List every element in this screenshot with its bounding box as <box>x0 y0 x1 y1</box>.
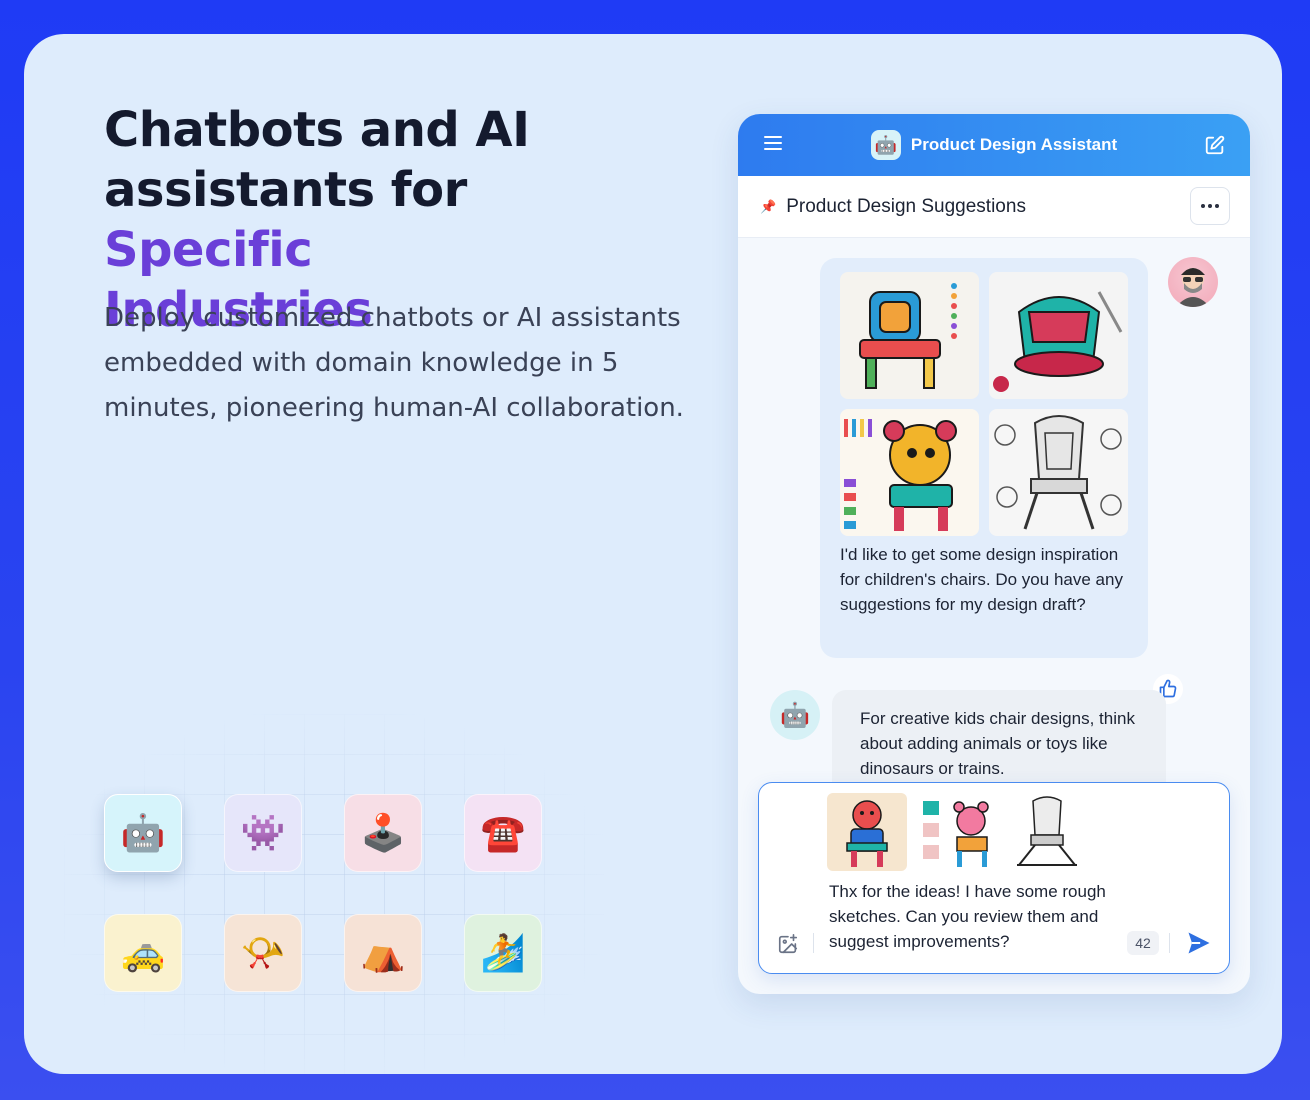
tile-taxi[interactable]: 🚕 <box>104 914 182 992</box>
send-icon[interactable] <box>1185 929 1213 957</box>
conversation-bar: 📌 Product Design Suggestions <box>738 176 1250 238</box>
tent-icon: ⛺ <box>360 933 406 974</box>
robot-icon: 🤖 <box>120 813 166 854</box>
tile-surfer[interactable]: 🏄 <box>464 914 542 992</box>
edit-icon[interactable] <box>1204 134 1226 156</box>
telephone-icon: ☎️ <box>480 813 526 854</box>
taxi-icon: 🚕 <box>120 933 166 974</box>
attachment-image-1[interactable] <box>827 793 907 871</box>
surfer-icon: 🏄 <box>480 933 526 974</box>
chair-image-4[interactable] <box>989 409 1128 536</box>
menu-icon[interactable] <box>764 136 782 154</box>
hero-card: Chatbots and AI assistants for Specific … <box>24 34 1282 1074</box>
more-options-button[interactable] <box>1190 187 1230 225</box>
tile-tent[interactable]: ⛺ <box>344 914 422 992</box>
tile-joystick[interactable]: 🕹️ <box>344 794 422 872</box>
divider <box>813 933 814 953</box>
chat-header: 🤖 Product Design Assistant <box>738 114 1250 176</box>
conversation-title: Product Design Suggestions <box>786 195 1026 217</box>
tile-robot[interactable]: 🤖 <box>104 794 182 872</box>
chair-image-3[interactable] <box>840 409 979 536</box>
bot-avatar-icon: 🤖 <box>770 690 820 740</box>
attachment-list <box>827 793 1087 871</box>
user-image-grid <box>840 272 1130 536</box>
page-subtitle: Deploy customized chatbots or AI assista… <box>104 303 684 423</box>
pin-icon[interactable]: 📌 <box>760 199 776 215</box>
title-line-1: Chatbots and AI <box>104 102 530 158</box>
joystick-icon: 🕹️ <box>360 813 406 854</box>
tile-megaphone[interactable]: 📯 <box>224 914 302 992</box>
chair-image-2[interactable] <box>989 272 1128 399</box>
chat-title: Product Design Assistant <box>910 135 1118 154</box>
user-avatar <box>1168 257 1218 307</box>
user-message: I'd like to get some design inspiration … <box>820 258 1148 658</box>
chair-image-1[interactable] <box>840 272 979 399</box>
attachment-image-2[interactable] <box>917 793 997 871</box>
divider <box>1169 933 1170 953</box>
composer-text[interactable]: Thx for the ideas! I have some rough ske… <box>829 879 1119 954</box>
tile-alien[interactable]: 👾 <box>224 794 302 872</box>
image-upload-icon[interactable] <box>777 933 799 955</box>
message-composer[interactable]: Thx for the ideas! I have some rough ske… <box>758 782 1230 974</box>
grid-background <box>64 714 604 1074</box>
assistant-badge-icon: 🤖 <box>870 130 901 160</box>
alien-monster-icon: 👾 <box>240 813 286 854</box>
character-count: 42 <box>1127 931 1159 955</box>
user-message-text: I'd like to get some design inspiration … <box>840 545 1123 614</box>
title-accent-1: Specific <box>104 222 313 278</box>
title-line-2: assistants for <box>104 162 467 218</box>
chat-window: 🤖 Product Design Assistant 📌 Product Des… <box>738 114 1250 994</box>
tile-telephone[interactable]: ☎️ <box>464 794 542 872</box>
megaphone-icon: 📯 <box>240 933 286 974</box>
attachment-image-3[interactable] <box>1007 793 1087 871</box>
